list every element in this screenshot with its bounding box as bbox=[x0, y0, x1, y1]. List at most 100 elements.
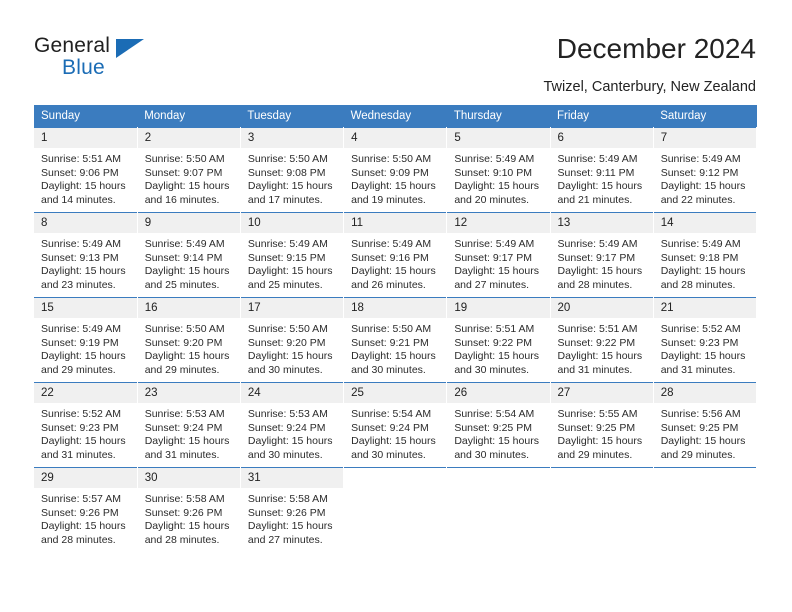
day-cell[interactable]: 14 Sunrise: 5:49 AM Sunset: 9:18 PM Dayl… bbox=[653, 212, 758, 298]
sunset-text: Sunset: 9:14 PM bbox=[144, 251, 223, 264]
sunrise-text: Sunrise: 5:49 AM bbox=[557, 153, 638, 165]
day-number: 20 bbox=[550, 298, 653, 318]
day-number: 25 bbox=[344, 383, 447, 403]
sunrise-text: Sunrise: 5:50 AM bbox=[247, 153, 328, 165]
day-cell[interactable]: 30 Sunrise: 5:58 AM Sunset: 9:26 PM Dayl… bbox=[137, 467, 241, 552]
day-cell[interactable]: 27 Sunrise: 5:55 AM Sunset: 9:25 PM Dayl… bbox=[550, 382, 654, 468]
page-header: General Blue December 2024 Twizel, Cante… bbox=[0, 0, 792, 100]
daylight-text-line2: and 30 minutes. bbox=[247, 448, 323, 461]
sunrise-text: Sunrise: 5:52 AM bbox=[41, 408, 121, 420]
day-cell[interactable]: 4 Sunrise: 5:50 AM Sunset: 9:09 PM Dayli… bbox=[343, 127, 448, 213]
day-number: 1 bbox=[34, 128, 137, 148]
calendar-week-row: 15 Sunrise: 5:49 AM Sunset: 9:19 PM Dayl… bbox=[34, 297, 758, 383]
general-blue-logo[interactable]: General Blue bbox=[34, 34, 214, 84]
daylight-text-line2: and 21 minutes. bbox=[557, 193, 633, 206]
day-cell[interactable]: 26 Sunrise: 5:54 AM Sunset: 9:25 PM Dayl… bbox=[446, 382, 551, 468]
sunset-text: Sunset: 9:12 PM bbox=[660, 166, 739, 179]
calendar-week-row: 22 Sunrise: 5:52 AM Sunset: 9:23 PM Dayl… bbox=[34, 382, 758, 468]
calendar-header-row-group: Sunday Monday Tuesday Wednesday Thursday… bbox=[34, 105, 757, 128]
day-number: 19 bbox=[447, 298, 550, 318]
sunset-text: Sunset: 9:25 PM bbox=[454, 421, 532, 434]
daylight-text-line2: and 28 minutes. bbox=[41, 533, 116, 546]
daylight-text-line2: and 23 minutes. bbox=[41, 278, 116, 291]
sunset-text: Sunset: 9:21 PM bbox=[351, 336, 429, 349]
day-number: 15 bbox=[34, 298, 137, 318]
day-cell[interactable]: 9 Sunrise: 5:49 AM Sunset: 9:14 PM Dayli… bbox=[137, 212, 241, 298]
day-details: Sunrise: 5:53 AM Sunset: 9:24 PM Dayligh… bbox=[241, 403, 343, 462]
logo-text-general: General bbox=[34, 34, 111, 57]
day-cell[interactable]: 22 Sunrise: 5:52 AM Sunset: 9:23 PM Dayl… bbox=[34, 382, 138, 468]
day-details: Sunrise: 5:49 AM Sunset: 9:15 PM Dayligh… bbox=[241, 233, 343, 292]
day-details: Sunrise: 5:51 AM Sunset: 9:22 PM Dayligh… bbox=[447, 318, 549, 377]
sunset-text: Sunset: 9:08 PM bbox=[247, 166, 326, 179]
day-details: Sunrise: 5:58 AM Sunset: 9:26 PM Dayligh… bbox=[138, 488, 240, 547]
day-cell[interactable]: 6 Sunrise: 5:49 AM Sunset: 9:11 PM Dayli… bbox=[550, 127, 654, 213]
day-cell-empty bbox=[446, 467, 551, 552]
day-details: Sunrise: 5:51 AM Sunset: 9:06 PM Dayligh… bbox=[34, 148, 137, 207]
day-details: Sunrise: 5:52 AM Sunset: 9:23 PM Dayligh… bbox=[34, 403, 137, 462]
sunrise-sunset-calendar-table: Sunday Monday Tuesday Wednesday Thursday… bbox=[34, 105, 758, 552]
sunset-text: Sunset: 9:24 PM bbox=[144, 421, 223, 434]
sunset-text: Sunset: 9:10 PM bbox=[454, 166, 532, 179]
day-number: 3 bbox=[240, 128, 344, 148]
day-cell[interactable]: 16 Sunrise: 5:50 AM Sunset: 9:20 PM Dayl… bbox=[137, 297, 241, 383]
day-details: Sunrise: 5:51 AM Sunset: 9:22 PM Dayligh… bbox=[551, 318, 653, 377]
daylight-text-line2: and 20 minutes. bbox=[454, 193, 530, 206]
daylight-text-line2: and 16 minutes. bbox=[144, 193, 220, 206]
sunset-text: Sunset: 9:09 PM bbox=[351, 166, 429, 179]
sunrise-text: Sunrise: 5:57 AM bbox=[41, 493, 121, 505]
daylight-text-line1: Daylight: 15 hours bbox=[144, 435, 230, 448]
daylight-text-line1: Daylight: 15 hours bbox=[660, 265, 746, 278]
day-cell[interactable]: 1 Sunrise: 5:51 AM Sunset: 9:06 PM Dayli… bbox=[34, 127, 138, 213]
sunrise-text: Sunrise: 5:50 AM bbox=[247, 323, 328, 335]
day-cell-empty bbox=[653, 467, 758, 552]
day-cell[interactable]: 15 Sunrise: 5:49 AM Sunset: 9:19 PM Dayl… bbox=[34, 297, 138, 383]
day-cell[interactable]: 13 Sunrise: 5:49 AM Sunset: 9:17 PM Dayl… bbox=[550, 212, 654, 298]
daylight-text-line1: Daylight: 15 hours bbox=[247, 180, 333, 193]
daylight-text-line2: and 22 minutes. bbox=[660, 193, 736, 206]
day-cell[interactable]: 12 Sunrise: 5:49 AM Sunset: 9:17 PM Dayl… bbox=[446, 212, 551, 298]
daylight-text-line1: Daylight: 15 hours bbox=[454, 435, 539, 448]
day-cell[interactable]: 7 Sunrise: 5:49 AM Sunset: 9:12 PM Dayli… bbox=[653, 127, 758, 213]
day-cell[interactable]: 2 Sunrise: 5:50 AM Sunset: 9:07 PM Dayli… bbox=[137, 127, 241, 213]
day-details: Sunrise: 5:49 AM Sunset: 9:17 PM Dayligh… bbox=[551, 233, 653, 292]
sunrise-text: Sunrise: 5:49 AM bbox=[454, 153, 535, 165]
day-cell[interactable]: 28 Sunrise: 5:56 AM Sunset: 9:25 PM Dayl… bbox=[653, 382, 758, 468]
day-cell[interactable]: 23 Sunrise: 5:53 AM Sunset: 9:24 PM Dayl… bbox=[137, 382, 241, 468]
sunset-text: Sunset: 9:13 PM bbox=[41, 251, 119, 264]
day-number: 24 bbox=[240, 383, 344, 403]
sunset-text: Sunset: 9:06 PM bbox=[41, 166, 119, 179]
day-details: Sunrise: 5:49 AM Sunset: 9:19 PM Dayligh… bbox=[34, 318, 137, 377]
daylight-text-line1: Daylight: 15 hours bbox=[41, 435, 126, 448]
day-cell[interactable]: 18 Sunrise: 5:50 AM Sunset: 9:21 PM Dayl… bbox=[343, 297, 448, 383]
day-cell[interactable]: 21 Sunrise: 5:52 AM Sunset: 9:23 PM Dayl… bbox=[653, 297, 758, 383]
day-cell[interactable]: 20 Sunrise: 5:51 AM Sunset: 9:22 PM Dayl… bbox=[550, 297, 654, 383]
calendar-week-row: 29 Sunrise: 5:57 AM Sunset: 9:26 PM Dayl… bbox=[34, 467, 758, 552]
day-number: 28 bbox=[653, 383, 756, 403]
daylight-text-line1: Daylight: 15 hours bbox=[557, 350, 643, 363]
day-cell[interactable]: 25 Sunrise: 5:54 AM Sunset: 9:24 PM Dayl… bbox=[343, 382, 448, 468]
daylight-text-line1: Daylight: 15 hours bbox=[351, 435, 436, 448]
day-cell[interactable]: 3 Sunrise: 5:50 AM Sunset: 9:08 PM Dayli… bbox=[240, 127, 345, 213]
day-cell[interactable]: 10 Sunrise: 5:49 AM Sunset: 9:15 PM Dayl… bbox=[240, 212, 345, 298]
day-cell[interactable]: 29 Sunrise: 5:57 AM Sunset: 9:26 PM Dayl… bbox=[34, 467, 138, 552]
day-cell[interactable]: 11 Sunrise: 5:49 AM Sunset: 9:16 PM Dayl… bbox=[343, 212, 448, 298]
sunset-text: Sunset: 9:07 PM bbox=[144, 166, 223, 179]
day-number: 22 bbox=[34, 383, 137, 403]
logo-triangle-icon bbox=[116, 39, 144, 58]
daylight-text-line1: Daylight: 15 hours bbox=[41, 520, 126, 533]
day-cell[interactable]: 19 Sunrise: 5:51 AM Sunset: 9:22 PM Dayl… bbox=[446, 297, 551, 383]
day-cell[interactable]: 24 Sunrise: 5:53 AM Sunset: 9:24 PM Dayl… bbox=[240, 382, 345, 468]
weekday-header-sunday: Sunday bbox=[34, 105, 138, 128]
day-cell[interactable]: 31 Sunrise: 5:58 AM Sunset: 9:26 PM Dayl… bbox=[240, 467, 345, 552]
daylight-text-line1: Daylight: 15 hours bbox=[144, 520, 230, 533]
day-details: Sunrise: 5:50 AM Sunset: 9:09 PM Dayligh… bbox=[344, 148, 446, 207]
day-number bbox=[653, 468, 756, 476]
calendar-body: 1 Sunrise: 5:51 AM Sunset: 9:06 PM Dayli… bbox=[34, 127, 758, 552]
day-cell[interactable]: 8 Sunrise: 5:49 AM Sunset: 9:13 PM Dayli… bbox=[34, 212, 138, 298]
day-cell[interactable]: 5 Sunrise: 5:49 AM Sunset: 9:10 PM Dayli… bbox=[446, 127, 551, 213]
day-number: 16 bbox=[137, 298, 240, 318]
sunrise-text: Sunrise: 5:51 AM bbox=[557, 323, 638, 335]
day-cell[interactable]: 17 Sunrise: 5:50 AM Sunset: 9:20 PM Dayl… bbox=[240, 297, 345, 383]
sunset-text: Sunset: 9:18 PM bbox=[660, 251, 739, 264]
